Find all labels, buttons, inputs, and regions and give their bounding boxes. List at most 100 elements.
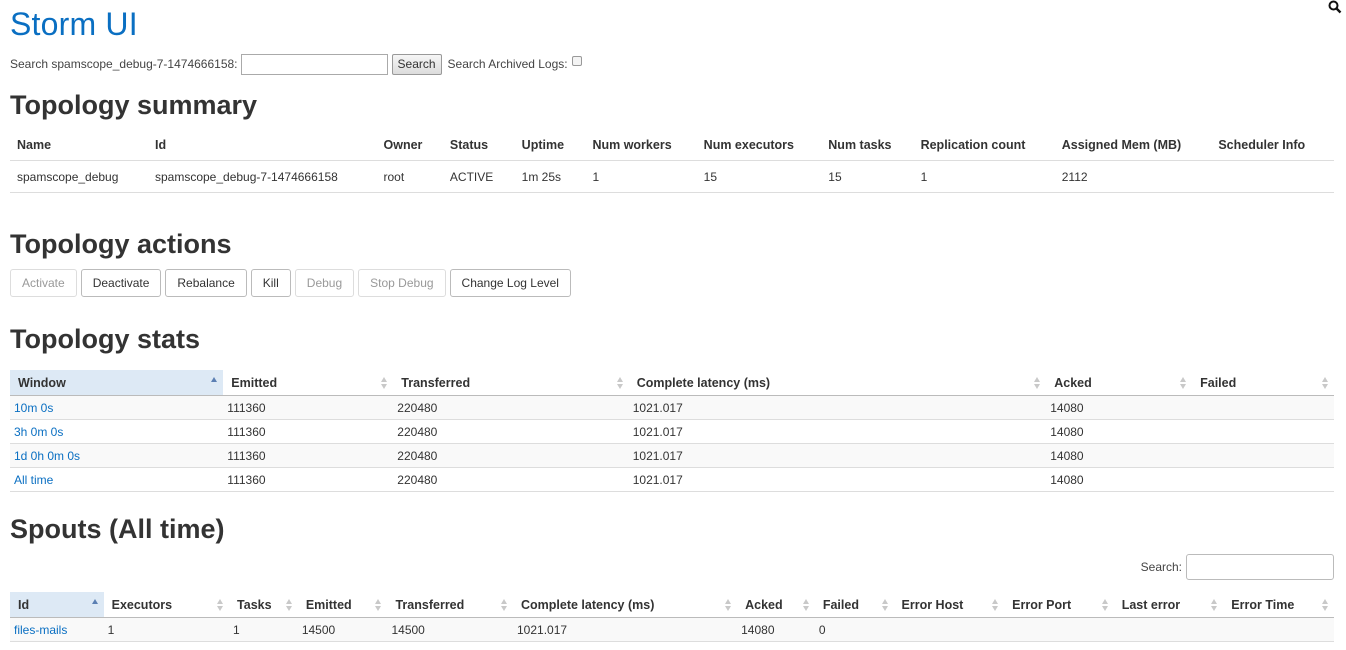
column-header-error-time[interactable]: Error Time [1223, 592, 1334, 618]
table-cell-complete-latency-ms: 1021.017 [628, 419, 1047, 444]
column-header-label: Failed [1200, 375, 1237, 390]
table-row: files-mails 1 1 14500 14500 1021.017 14080 0 [10, 617, 1334, 642]
archived-logs-checkbox[interactable] [571, 56, 582, 66]
column-header-emitted[interactable]: Emitted [223, 370, 394, 396]
table-cell-failed [1192, 443, 1334, 468]
column-header-acked[interactable]: Acked [737, 592, 815, 618]
deactivate-button[interactable]: Deactivate [80, 269, 162, 297]
table-cell-failed [1192, 419, 1334, 444]
summary-cell-assigned-mem-mb: 2112 [1054, 160, 1212, 193]
table-row: 10m 0s 111360 220480 1021.017 14080 [10, 395, 1334, 420]
column-header-label: Error Time [1231, 597, 1295, 612]
column-header-window[interactable]: Window [10, 370, 224, 396]
column-header-emitted[interactable]: Emitted [297, 592, 388, 618]
sort-icon [211, 377, 218, 382]
column-header-error-port[interactable]: Error Port [1004, 592, 1114, 618]
column-header-id: Id [147, 129, 377, 161]
sort-icon [375, 599, 382, 611]
column-header-num-executors: Num executors [696, 129, 822, 161]
column-header-uptime: Uptime [514, 129, 586, 161]
change-log-level-button[interactable]: Change Log Level [449, 269, 571, 297]
column-header-label: Transferred [395, 597, 465, 612]
kill-button[interactable]: Kill [250, 269, 291, 297]
column-header-last-error[interactable]: Last error [1113, 592, 1224, 618]
topology-summary-heading: Topology summary [10, 90, 258, 120]
spouts-heading: Spouts (All time) [10, 514, 225, 544]
activate-button: Activate [10, 269, 77, 297]
table-cell-executors: 1 [103, 617, 230, 642]
summary-cell-owner: root [376, 160, 443, 193]
table-cell-last-error [1113, 617, 1224, 642]
summary-cell-num-workers: 1 [585, 160, 697, 193]
table-row: 3h 0m 0s 111360 220480 1021.017 14080 [10, 419, 1334, 444]
column-header-label: Tasks [237, 597, 272, 612]
table-cell-emitted: 111360 [223, 419, 394, 444]
sort-icon [616, 377, 623, 389]
topology-actions-heading: Topology actions [10, 229, 232, 259]
window-link[interactable]: 10m 0s [14, 401, 53, 415]
column-header-label: Complete latency (ms) [636, 375, 771, 390]
column-header-assigned-mem-mb: Assigned Mem (MB) [1054, 129, 1212, 161]
log-search-button[interactable]: Search [391, 53, 442, 75]
spouts-search-label: Search: [1140, 560, 1182, 574]
table-cell-error-port [1004, 617, 1114, 642]
table-cell-emitted: 14500 [297, 617, 388, 642]
table-cell-acked: 14080 [1046, 467, 1193, 492]
window-link[interactable]: 3h 0m 0s [14, 425, 63, 439]
column-header-tasks[interactable]: Tasks [229, 592, 298, 618]
table-cell-window: 1d 0h 0m 0s [10, 443, 224, 468]
summary-cell-status: ACTIVE [442, 160, 515, 193]
table-cell-acked: 14080 [1046, 419, 1193, 444]
sort-icon [992, 599, 999, 611]
column-header-label: Transferred [401, 375, 471, 390]
column-header-transferred[interactable]: Transferred [393, 370, 629, 396]
rebalance-button[interactable]: Rebalance [165, 269, 247, 297]
column-header-num-tasks: Num tasks [821, 129, 914, 161]
column-header-label: Last error [1121, 597, 1181, 612]
column-header-label: Window [18, 375, 66, 390]
search-icon[interactable] [1328, 0, 1342, 14]
window-link[interactable]: 1d 0h 0m 0s [14, 449, 80, 463]
summary-cell-replication-count: 1 [913, 160, 1055, 193]
table-cell-transferred: 220480 [393, 443, 629, 468]
column-header-failed[interactable]: Failed [814, 592, 894, 618]
sort-icon [725, 599, 732, 611]
column-header-failed[interactable]: Failed [1192, 370, 1334, 396]
sort-icon [1322, 599, 1328, 611]
window-link[interactable]: All time [14, 473, 53, 487]
topology-actions-bar: Activate Deactivate Rebalance Kill Debug Stop… [10, 269, 575, 297]
log-search-input[interactable] [240, 53, 388, 75]
summary-cell-num-executors: 15 [696, 160, 822, 193]
sort-icon [1180, 377, 1187, 389]
table-cell-emitted: 111360 [223, 395, 394, 420]
stop-debug-button: Stop Debug [358, 269, 446, 297]
table-row: All time 111360 220480 1021.017 14080 [10, 467, 1334, 492]
log-search-bar: Search spamscope_debug-7-1474666158: Sea… [10, 53, 582, 75]
column-header-complete-latency-ms[interactable]: Complete latency (ms) [628, 370, 1047, 396]
archived-logs-label: Search Archived Logs: [447, 57, 568, 71]
column-header-executors[interactable]: Executors [103, 592, 230, 618]
summary-cell-num-tasks: 15 [821, 160, 914, 193]
column-header-transferred[interactable]: Transferred [387, 592, 513, 618]
spout-link[interactable]: files-mails [14, 623, 67, 637]
sort-icon [217, 599, 224, 611]
spouts-table: Id Executors Tasks Emitted Transferred Comple… [10, 592, 1334, 642]
table-cell-window: 3h 0m 0s [10, 419, 224, 444]
column-header-num-workers: Num workers [585, 129, 697, 161]
column-header-id[interactable]: Id [10, 592, 104, 618]
sort-icon [802, 599, 809, 611]
table-cell-tasks: 1 [229, 617, 298, 642]
table-cell-emitted: 111360 [223, 467, 394, 492]
column-header-complete-latency-ms[interactable]: Complete latency (ms) [513, 592, 738, 618]
sort-icon [285, 599, 292, 611]
spouts-search-input[interactable] [1186, 554, 1334, 580]
table-cell-failed: 0 [814, 617, 894, 642]
sort-icon [501, 599, 507, 611]
column-header-name: Name [10, 129, 148, 161]
sort-icon [91, 599, 98, 604]
column-header-error-host[interactable]: Error Host [893, 592, 1005, 618]
app-title[interactable]: Storm UI [10, 6, 138, 43]
column-header-owner: Owner [376, 129, 443, 161]
column-header-acked[interactable]: Acked [1046, 370, 1193, 396]
sort-icon [1101, 599, 1108, 611]
